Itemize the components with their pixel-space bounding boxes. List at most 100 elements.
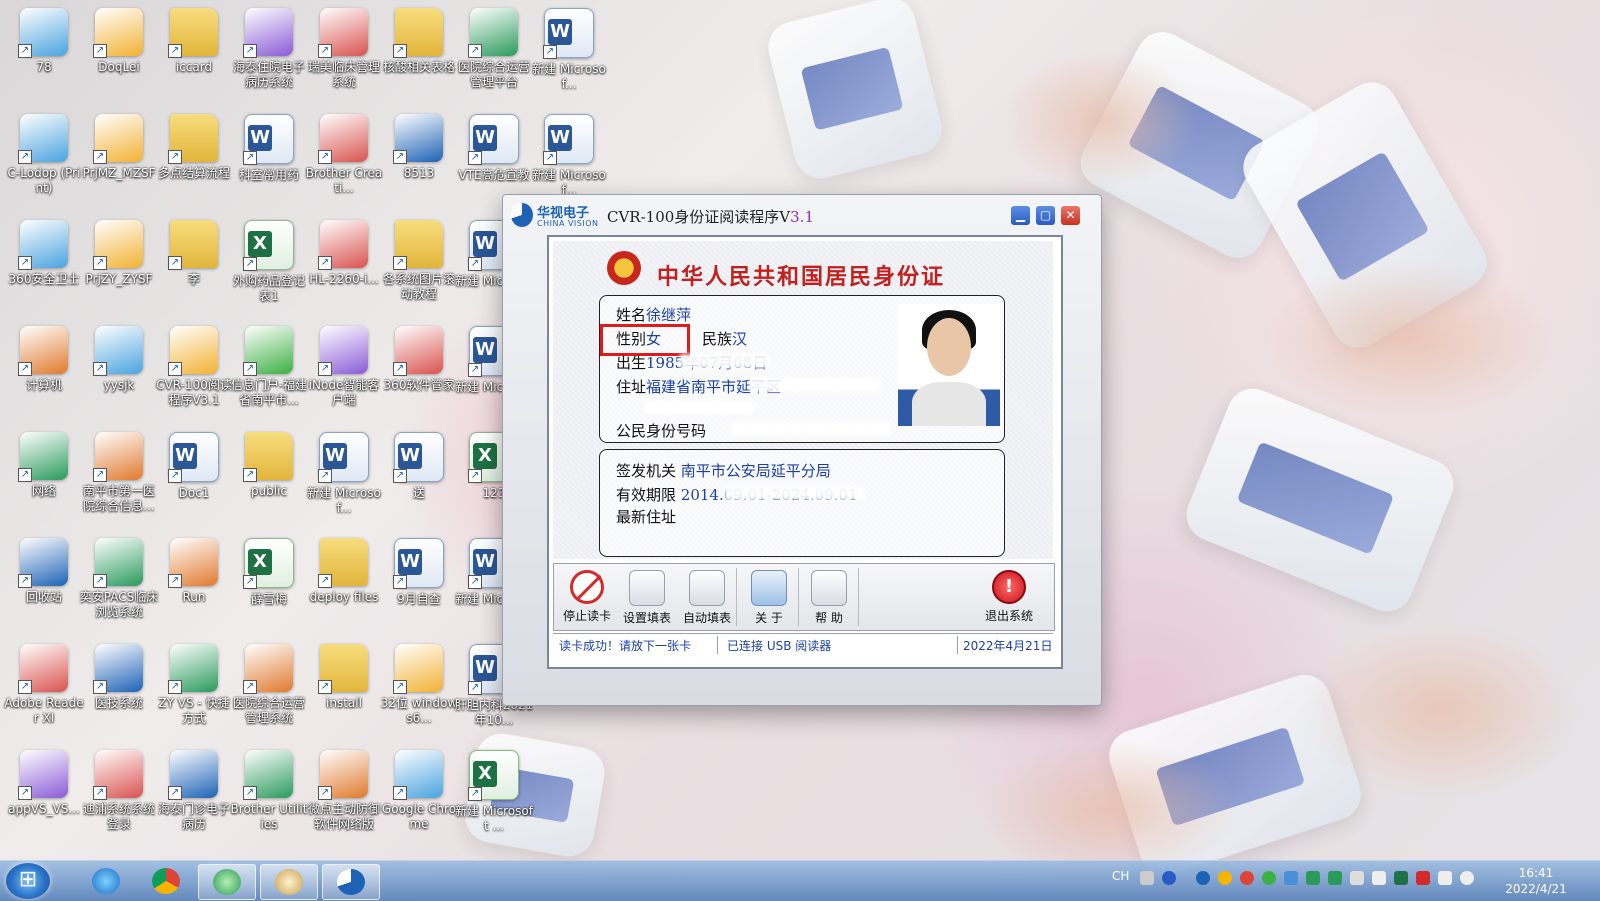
desktop-icon[interactable]: ↗ Brother Utilities — [229, 744, 309, 846]
desktop-icon[interactable]: ↗ Run — [154, 532, 234, 634]
desktop-icon[interactable]: ↗ 32位 windows6... — [379, 638, 459, 740]
desktop-icon[interactable]: ↗ PrjMZ_MZSF — [79, 108, 159, 210]
desktop-icon[interactable]: ↗ 核酸相关表格 — [379, 2, 459, 104]
desktop-icon[interactable]: ↗ 新建 Microsoft ... — [454, 744, 534, 846]
tray-360-icon[interactable] — [1262, 871, 1276, 885]
keyboard-icon[interactable] — [1140, 871, 1154, 885]
auto-fill-button[interactable]: 自动填表 — [678, 568, 737, 626]
desktop-icon[interactable]: ↗ 微点主动防御软件网络版 — [304, 744, 384, 846]
app-78-icon — [213, 869, 241, 895]
desktop-icon[interactable]: ↗ Brother Creati... — [304, 108, 384, 210]
taskbar-chrome[interactable] — [138, 864, 194, 898]
desktop-icon[interactable]: ↗ Doc1 — [154, 426, 234, 528]
desktop-icon[interactable]: ↗ 回收站 — [4, 532, 84, 634]
desktop-icon[interactable]: ↗ Google Chrome — [379, 744, 459, 846]
desktop-icon[interactable]: ↗ deploy files — [304, 532, 384, 634]
flag-icon[interactable] — [1416, 871, 1430, 885]
desktop-icon[interactable]: ↗ 360软件管家 — [379, 320, 459, 422]
exit-system-button[interactable]: 退出系统 — [980, 568, 1038, 626]
tray-app-icon-4[interactable] — [1306, 871, 1320, 885]
national-emblem-icon — [607, 251, 641, 285]
shortcut-arrow-icon: ↗ — [93, 680, 107, 694]
desktop-icon[interactable]: ↗ 多点结算流程 — [154, 108, 234, 210]
help-tray-icon[interactable] — [1162, 871, 1176, 885]
desktop-icon[interactable]: ↗ 信息门户-福建省南平市... — [229, 320, 309, 422]
minimize-button[interactable]: ▁ — [1011, 206, 1030, 225]
word-document-icon: ↗ — [543, 114, 594, 165]
tray-inode-icon[interactable] — [1328, 871, 1342, 885]
desktop-icon[interactable]: ↗ C-Lodop (Print) — [4, 108, 84, 210]
desktop-icon[interactable]: ↗ appVS_VS... — [4, 744, 84, 846]
word-document-icon: ↗ — [318, 432, 369, 483]
shortcut-arrow-icon: ↗ — [468, 469, 482, 483]
desktop-icon[interactable]: ↗ CVR-100阅读程序V3.1 — [154, 320, 234, 422]
desktop-icon[interactable]: ↗ iNode智能客户端 — [304, 320, 384, 422]
taskbar-app-8513[interactable] — [260, 864, 318, 900]
desktop-icon[interactable]: ↗ 科室常用药 — [229, 108, 309, 210]
desktop-icon[interactable]: ↗ 医院综合运营管理平台 — [454, 2, 534, 104]
mail-icon[interactable] — [1372, 871, 1386, 885]
network-icon[interactable] — [1460, 871, 1474, 885]
desktop-icon[interactable]: ↗ 海泰门诊电子病历 — [154, 744, 234, 846]
cvr-tray-icon[interactable] — [1196, 871, 1210, 885]
desktop-icon[interactable]: ↗ 360安全卫士 — [4, 214, 84, 316]
desktop-icon[interactable]: ↗ 南平市第一医院综合信息... — [79, 426, 159, 528]
desktop-icon[interactable]: ↗ 海泰住院电子病历系统 — [229, 2, 309, 104]
desktop-icon[interactable]: ↗ 各系统图片滚动教程 — [379, 214, 459, 316]
shortcut-arrow-icon: ↗ — [393, 786, 407, 800]
desktop-icon[interactable]: ↗ 计算机 — [4, 320, 84, 422]
desktop-icon[interactable]: ↗ 78 — [4, 2, 84, 104]
taskbar-cvr-reader[interactable] — [322, 864, 380, 900]
stop-reading-button[interactable]: 停止读卡 — [558, 568, 616, 626]
desktop-icon[interactable]: ↗ 外购药品登记表1 — [229, 214, 309, 316]
title-bar[interactable]: 华视电子 CHINA VISION CVR-100身份证阅读程序V3.1 ▁ ▢… — [503, 195, 1101, 235]
desktop-icon[interactable]: ↗ Adobe Reader XI — [4, 638, 84, 740]
desktop-icon[interactable]: ↗ HL-2260-i... — [304, 214, 384, 316]
desktop-icon-label: iccard — [175, 60, 213, 74]
desktop-icon-label: Doc1 — [178, 486, 210, 500]
shortcut-arrow-icon: ↗ — [18, 574, 32, 588]
desktop-icon[interactable]: ↗ 医技系统 — [79, 638, 159, 740]
tray-app-icon-2[interactable] — [1240, 871, 1254, 885]
authority-value: 南平市公安局延平分局 — [680, 462, 831, 480]
id-reader-window[interactable]: 华视电子 CHINA VISION CVR-100身份证阅读程序V3.1 ▁ ▢… — [502, 194, 1102, 706]
start-button[interactable] — [6, 863, 50, 899]
shortcut-arrow-icon: ↗ — [243, 151, 257, 165]
tray-app-icon-3[interactable] — [1284, 871, 1298, 885]
tray-app-icon-5[interactable] — [1350, 871, 1364, 885]
taskbar-app-78[interactable] — [198, 864, 256, 900]
clock[interactable]: 16:41 2022/4/21 — [1496, 865, 1576, 897]
desktop-icon[interactable]: ↗ PrjZY_ZYSF — [79, 214, 159, 316]
desktop-icon[interactable]: ↗ 医院综合运营管理系统 — [229, 638, 309, 740]
maximize-button[interactable]: ▢ — [1036, 206, 1055, 225]
desktop-icon[interactable]: ↗ 薛雪梅 — [229, 532, 309, 634]
desktop-icon[interactable]: ↗ 奕安PACS临床浏览系统 — [79, 532, 159, 634]
desktop-icon[interactable]: ↗ ZY VS - 快捷方式 — [154, 638, 234, 740]
desktop-icon[interactable]: ↗ 瑞美临床管理系统 — [304, 2, 384, 104]
desktop-icon-label: 360安全卫士 — [8, 272, 80, 286]
desktop-icon[interactable]: ↗ 李 — [154, 214, 234, 316]
language-indicator[interactable]: CH — [1112, 869, 1129, 883]
desktop-icon[interactable]: ↗ yysjk — [79, 320, 159, 422]
desktop-icon[interactable]: ↗ iccard — [154, 2, 234, 104]
desktop-icon[interactable]: ↗送 — [379, 426, 459, 528]
about-button[interactable]: 关 于 — [740, 568, 799, 626]
taskbar-ie[interactable] — [78, 864, 134, 898]
desktop-icon[interactable]: ↗ 新建 Microsof... — [304, 426, 384, 528]
settings-fill-button[interactable]: 设置填表 — [618, 568, 676, 626]
help-button[interactable]: 帮 助 — [800, 568, 859, 626]
close-button[interactable]: ✕ — [1061, 206, 1080, 225]
desktop-icon[interactable]: ↗ DoqLei — [79, 2, 159, 104]
desktop-icon[interactable]: ↗ 8513 — [379, 108, 459, 210]
desktop-icon[interactable]: ↗ 新建 Microsof... — [529, 2, 609, 104]
desktop-icon[interactable]: ↗ 网络 — [4, 426, 84, 528]
desktop-icon[interactable]: ↗ 9月自查 — [379, 532, 459, 634]
settings-document-icon — [629, 570, 665, 606]
volume-icon[interactable] — [1438, 871, 1452, 885]
shortcut-arrow-icon: ↗ — [18, 680, 32, 694]
desktop-icon[interactable]: ↗ install — [304, 638, 384, 740]
desktop-icon[interactable]: ↗ public — [229, 426, 309, 528]
tray-app-icon-6[interactable] — [1394, 871, 1408, 885]
tray-app-icon-1[interactable] — [1218, 871, 1232, 885]
desktop-icon[interactable]: ↗ 迪浦系统系统登录 — [79, 744, 159, 846]
